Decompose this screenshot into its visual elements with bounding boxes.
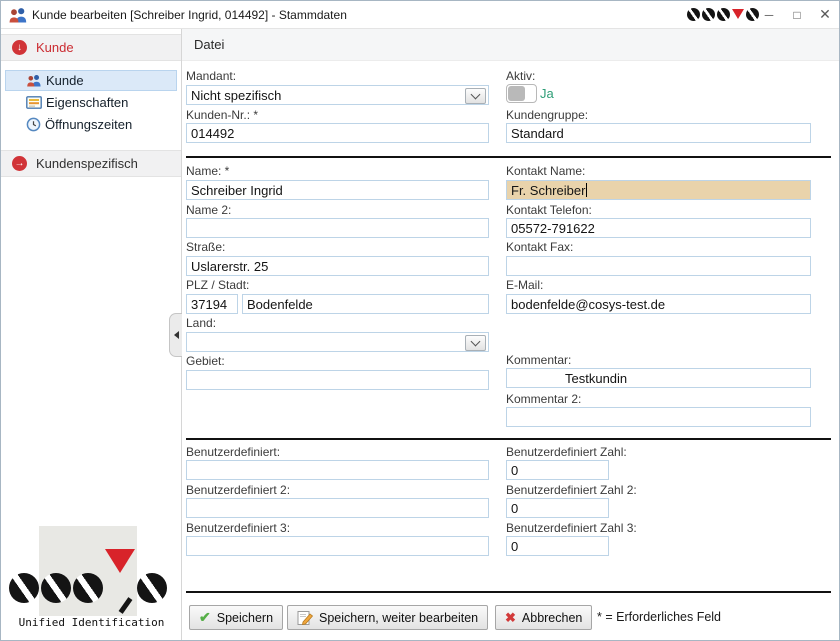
kommentar-label: Kommentar: bbox=[506, 353, 571, 367]
titlebar: Kunde bearbeiten [Schreiber Ingrid, 0144… bbox=[1, 1, 839, 29]
save-button[interactable]: ✔ Speichern bbox=[189, 605, 283, 630]
kunden-nr-input[interactable] bbox=[186, 123, 489, 143]
sidebar-group-kundenspezifisch[interactable]: → Kundenspezifisch bbox=[1, 150, 181, 177]
expand-right-icon: → bbox=[12, 156, 27, 171]
benutzerdefiniert-label: Benutzerdefiniert: bbox=[186, 445, 280, 459]
kommentar2-label: Kommentar 2: bbox=[506, 392, 581, 406]
sidebar-group-label: Kunde bbox=[36, 40, 74, 55]
kundengruppe-label: Kundengruppe: bbox=[506, 108, 588, 122]
strasse-input[interactable] bbox=[186, 256, 489, 276]
benutzerdefiniert-input[interactable] bbox=[186, 460, 489, 480]
menu-datei[interactable]: Datei bbox=[182, 37, 236, 52]
sidebar: ↓ Kunde Kunde bbox=[1, 29, 182, 640]
land-label: Land: bbox=[186, 316, 216, 330]
users-icon bbox=[26, 74, 42, 87]
window-title: Kunde bearbeiten [Schreiber Ingrid, 0144… bbox=[32, 8, 347, 22]
kontakt-name-label: Kontakt Name: bbox=[506, 164, 585, 178]
cancel-button[interactable]: ✖ Abbrechen bbox=[495, 605, 592, 630]
kunden-nr-label: Kunden-Nr.: * bbox=[186, 108, 258, 122]
plz-stadt-label: PLZ / Stadt: bbox=[186, 278, 249, 292]
benutzerdefiniert3-label: Benutzerdefiniert 3: bbox=[186, 521, 290, 535]
required-field-hint: * = Erforderliches Feld bbox=[597, 610, 721, 624]
sidebar-item-label: Öffnungszeiten bbox=[45, 117, 132, 132]
benutzerdefiniert-zahl2-label: Benutzerdefiniert Zahl 2: bbox=[506, 483, 637, 497]
name-input[interactable] bbox=[186, 180, 489, 200]
customer-form: Mandant: Nicht spezifisch Aktiv: Ja Kund… bbox=[182, 61, 840, 641]
collapse-left-icon bbox=[174, 331, 179, 339]
logo-y-triangle bbox=[105, 573, 135, 611]
stadt-input[interactable] bbox=[242, 294, 489, 314]
sidebar-item-eigenschaften[interactable]: Eigenschaften bbox=[5, 92, 177, 113]
kundengruppe-input[interactable] bbox=[506, 123, 811, 143]
properties-icon bbox=[26, 96, 42, 109]
email-input[interactable] bbox=[506, 294, 811, 314]
kontakt-telefon-label: Kontakt Telefon: bbox=[506, 203, 592, 217]
maximize-button[interactable]: □ bbox=[783, 1, 811, 28]
benutzerdefiniert3-input[interactable] bbox=[186, 536, 489, 556]
sidebar-collapse-handle[interactable] bbox=[169, 313, 182, 357]
chevron-down-icon[interactable] bbox=[465, 335, 486, 351]
save-continue-button[interactable]: Speichern, weiter bearbeiten bbox=[287, 605, 488, 630]
kontakt-telefon-input[interactable] bbox=[506, 218, 811, 238]
benutzerdefiniert-zahl2-input[interactable] bbox=[506, 498, 609, 518]
logo-tagline: Unified Identification bbox=[1, 616, 182, 629]
x-icon: ✖ bbox=[505, 610, 516, 626]
kommentar-input[interactable] bbox=[506, 368, 811, 388]
benutzerdefiniert-zahl-input[interactable] bbox=[506, 460, 609, 480]
gebiet-label: Gebiet: bbox=[186, 354, 225, 368]
aktiv-state-text: Ja bbox=[540, 86, 554, 101]
clock-icon bbox=[26, 117, 41, 132]
kontakt-name-input[interactable]: Fr. Schreiber bbox=[506, 180, 811, 200]
menubar: Datei bbox=[182, 29, 839, 61]
sidebar-item-oeffnungszeiten[interactable]: Öffnungszeiten bbox=[5, 114, 177, 135]
cosys-logo-small bbox=[687, 8, 759, 21]
collapse-down-icon: ↓ bbox=[12, 40, 27, 55]
section-separator bbox=[186, 591, 831, 593]
sidebar-item-label: Eigenschaften bbox=[46, 95, 128, 110]
chevron-down-icon[interactable] bbox=[465, 88, 486, 104]
land-select[interactable] bbox=[186, 332, 489, 352]
minimize-button[interactable]: ─ bbox=[755, 1, 783, 28]
customer-users-icon bbox=[8, 7, 28, 28]
sidebar-item-kunde[interactable]: Kunde bbox=[5, 70, 177, 91]
kommentar2-input[interactable] bbox=[506, 407, 811, 427]
benutzerdefiniert2-label: Benutzerdefiniert 2: bbox=[186, 483, 290, 497]
toggle-knob bbox=[508, 86, 525, 101]
benutzerdefiniert-zahl3-input[interactable] bbox=[506, 536, 609, 556]
name2-label: Name 2: bbox=[186, 203, 231, 217]
sidebar-group-kunde[interactable]: ↓ Kunde bbox=[1, 34, 181, 61]
name2-input[interactable] bbox=[186, 218, 489, 238]
text-caret bbox=[586, 183, 587, 197]
aktiv-toggle[interactable] bbox=[506, 84, 537, 103]
cosys-logo-large bbox=[9, 573, 167, 611]
benutzerdefiniert-zahl3-label: Benutzerdefiniert Zahl 3: bbox=[506, 521, 637, 535]
kontakt-name-value: Fr. Schreiber bbox=[511, 183, 585, 198]
kontakt-fax-label: Kontakt Fax: bbox=[506, 240, 573, 254]
sidebar-item-label: Kunde bbox=[46, 73, 84, 88]
app-window: Kunde bearbeiten [Schreiber Ingrid, 0144… bbox=[0, 0, 840, 641]
benutzerdefiniert-zahl-label: Benutzerdefiniert Zahl: bbox=[506, 445, 627, 459]
save-continue-button-label: Speichern, weiter bearbeiten bbox=[319, 611, 478, 625]
mandant-selected-value: Nicht spezifisch bbox=[191, 88, 281, 103]
section-separator bbox=[186, 156, 831, 158]
aktiv-label: Aktiv: bbox=[506, 69, 535, 83]
mandant-label: Mandant: bbox=[186, 69, 236, 83]
save-button-label: Speichern bbox=[217, 611, 273, 625]
check-icon: ✔ bbox=[199, 609, 211, 626]
gebiet-input[interactable] bbox=[186, 370, 489, 390]
benutzerdefiniert2-input[interactable] bbox=[186, 498, 489, 518]
strasse-label: Straße: bbox=[186, 240, 225, 254]
name-label: Name: * bbox=[186, 164, 229, 178]
section-separator bbox=[186, 438, 831, 440]
kontakt-fax-input[interactable] bbox=[506, 256, 811, 276]
plz-input[interactable] bbox=[186, 294, 238, 314]
mandant-select[interactable]: Nicht spezifisch bbox=[186, 85, 489, 105]
close-button[interactable]: ✕ bbox=[811, 1, 839, 28]
email-label: E-Mail: bbox=[506, 278, 543, 292]
sidebar-group-label: Kundenspezifisch bbox=[36, 156, 138, 171]
edit-document-icon bbox=[297, 610, 313, 626]
cancel-button-label: Abbrechen bbox=[522, 611, 582, 625]
